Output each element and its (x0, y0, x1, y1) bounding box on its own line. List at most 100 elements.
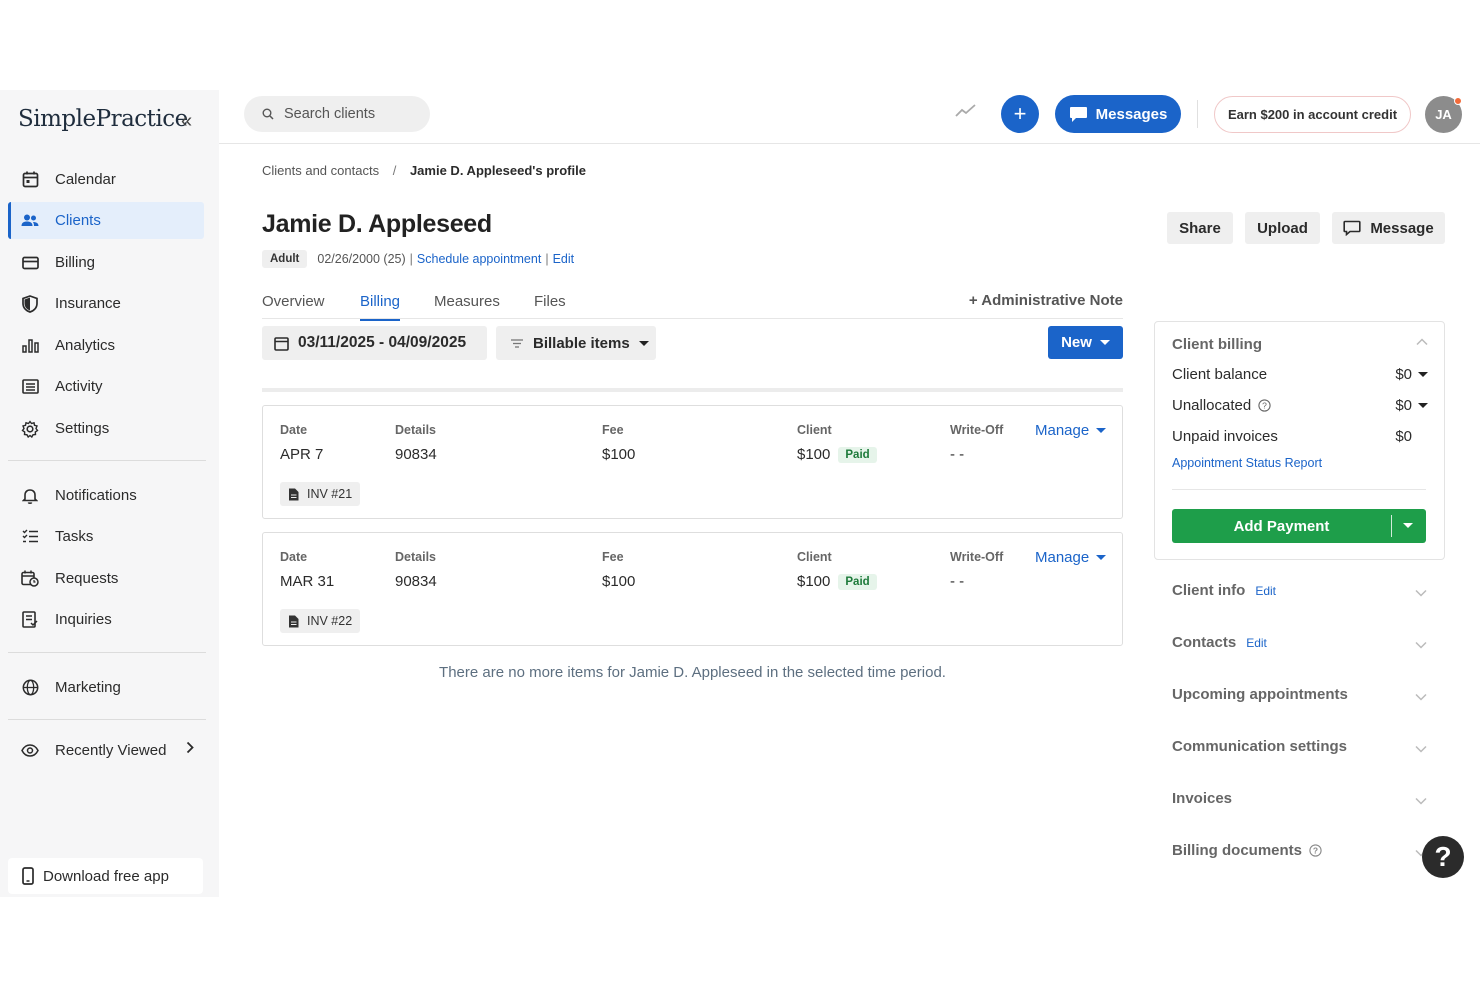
share-button[interactable]: Share (1167, 212, 1233, 244)
unallocated-row: Unallocated ? $0 (1172, 397, 1428, 414)
chevron-up-icon[interactable] (1416, 338, 1428, 346)
upcoming-appointments-section[interactable]: Upcoming appointments (1172, 686, 1427, 703)
contacts-edit-link[interactable]: Edit (1246, 636, 1267, 650)
globe-icon (20, 678, 40, 698)
list-icon (20, 377, 40, 397)
appointment-status-report-link[interactable]: Appointment Status Report (1172, 456, 1322, 470)
unpaid-invoices-value: $0 (1395, 428, 1412, 445)
contacts-section[interactable]: Contacts Edit (1172, 634, 1427, 651)
sidebar-item-settings[interactable]: Settings (8, 410, 204, 447)
client-dob: 02/26/2000 (25) (317, 252, 406, 266)
edit-client-link[interactable]: Edit (553, 252, 575, 266)
earn-credit-button[interactable]: Earn $200 in account credit (1214, 96, 1411, 133)
breadcrumb-parent-link[interactable]: Clients and contacts (262, 163, 379, 178)
sidebar-item-marketing[interactable]: Marketing (8, 669, 204, 706)
column-label-writeoff: Write-Off (950, 550, 1004, 564)
status-badge: Paid (838, 574, 877, 590)
invoice-number: INV #21 (307, 487, 353, 501)
sidebar-item-label: Analytics (55, 337, 116, 354)
client-balance-dropdown[interactable]: $0 (1395, 366, 1428, 383)
column-label-fee: Fee (602, 423, 624, 437)
upload-button[interactable]: Upload (1245, 212, 1320, 244)
client-balance-value: $0 (1395, 366, 1412, 383)
user-avatar[interactable]: JA (1425, 96, 1462, 133)
billing-documents-title: Billing documents (1172, 842, 1303, 859)
chevron-down-icon (1418, 372, 1428, 377)
item-writeoff: - - (950, 446, 965, 463)
add-new-button[interactable]: + (1001, 95, 1039, 133)
download-app-button[interactable]: Download free app (8, 858, 203, 894)
search-box[interactable] (244, 96, 430, 132)
messages-button[interactable]: Messages (1055, 95, 1181, 133)
sidebar-item-clients[interactable]: Clients (8, 202, 204, 239)
invoice-link[interactable]: INV #22 (280, 609, 361, 633)
client-balance-label: Client balance (1172, 366, 1268, 383)
trending-icon[interactable] (955, 102, 977, 123)
billable-items-filter[interactable]: Billable items (496, 326, 656, 360)
schedule-appointment-link[interactable]: Schedule appointment (417, 252, 541, 266)
tab-billing[interactable]: Billing (360, 293, 401, 321)
invoice-link[interactable]: INV #21 (280, 482, 361, 506)
sidebar-item-tasks[interactable]: Tasks (8, 518, 204, 555)
item-date: MAR 31 (280, 573, 335, 590)
sidebar-divider (8, 460, 206, 461)
collapse-sidebar-icon[interactable]: « (181, 110, 192, 133)
client-info-section[interactable]: Client info Edit (1172, 582, 1427, 599)
client-info-edit-link[interactable]: Edit (1255, 584, 1276, 598)
sidebar-item-requests[interactable]: Requests (8, 560, 204, 597)
sidebar-item-insurance[interactable]: Insurance (8, 285, 204, 322)
search-input[interactable] (284, 106, 414, 122)
sidebar-item-billing[interactable]: Billing (8, 244, 204, 281)
administrative-note-button[interactable]: + Administrative Note (969, 292, 1123, 309)
add-payment-label: Add Payment (1233, 518, 1330, 535)
sidebar-item-analytics[interactable]: Analytics (8, 327, 204, 364)
document-icon (288, 615, 299, 628)
tab-overview[interactable]: Overview (262, 293, 325, 310)
filter-icon (510, 338, 524, 349)
sidebar-item-inquiries[interactable]: Inquiries (8, 601, 204, 638)
item-writeoff: - - (950, 573, 965, 590)
item-details: 90834 (395, 446, 437, 463)
item-client-amount: $100 Paid (797, 573, 877, 590)
button-split-divider (1391, 515, 1392, 537)
chevron-down-icon[interactable] (1403, 523, 1413, 528)
sidebar-item-label: Tasks (55, 528, 94, 545)
billing-documents-section[interactable]: Billing documents ? (1172, 842, 1427, 859)
sidebar: SimplePractice « Calendar Clients Billin… (0, 90, 219, 897)
communication-settings-title: Communication settings (1172, 738, 1348, 755)
communication-settings-section[interactable]: Communication settings (1172, 738, 1427, 755)
unallocated-label: Unallocated (1172, 397, 1252, 414)
tab-measures[interactable]: Measures (434, 293, 500, 310)
app-logo[interactable]: SimplePractice (18, 106, 188, 132)
sidebar-item-activity[interactable]: Activity (8, 368, 204, 405)
invoices-title: Invoices (1172, 790, 1233, 807)
sidebar-item-recently-viewed[interactable]: Recently Viewed (8, 732, 204, 769)
users-icon (20, 211, 40, 231)
divider (1172, 489, 1426, 490)
column-label-date: Date (280, 423, 308, 437)
help-circle-icon[interactable]: ? (1258, 399, 1272, 412)
column-label-date: Date (280, 550, 308, 564)
date-range-button[interactable]: 03/11/2025 - 04/09/2025 (262, 326, 487, 360)
billable-items-label: Billable items (533, 334, 630, 352)
add-payment-button[interactable]: Add Payment (1172, 509, 1426, 543)
sidebar-item-label: Insurance (55, 295, 121, 312)
invoices-section[interactable]: Invoices (1172, 790, 1427, 807)
chevron-down-icon (1415, 792, 1427, 809)
tab-files[interactable]: Files (534, 293, 566, 310)
manage-dropdown[interactable]: Manage (1035, 549, 1107, 566)
sidebar-item-calendar[interactable]: Calendar (8, 161, 204, 198)
help-circle-icon[interactable]: ? (1309, 844, 1322, 857)
billing-item-row: Date Details Fee Client Write-Off MAR 31… (262, 532, 1123, 646)
manage-dropdown[interactable]: Manage (1035, 422, 1107, 439)
sidebar-item-notifications[interactable]: Notifications (8, 477, 204, 514)
unallocated-dropdown[interactable]: $0 (1395, 397, 1428, 414)
phone-icon (22, 867, 34, 885)
notification-dot (1454, 97, 1462, 105)
date-range-label: 03/11/2025 - 04/09/2025 (298, 334, 467, 351)
chevron-down-icon (1096, 428, 1107, 433)
new-button[interactable]: New (1048, 326, 1123, 359)
help-button[interactable]: ? (1422, 836, 1464, 878)
avatar-initials: JA (1435, 107, 1452, 122)
message-button[interactable]: Message (1332, 212, 1445, 244)
